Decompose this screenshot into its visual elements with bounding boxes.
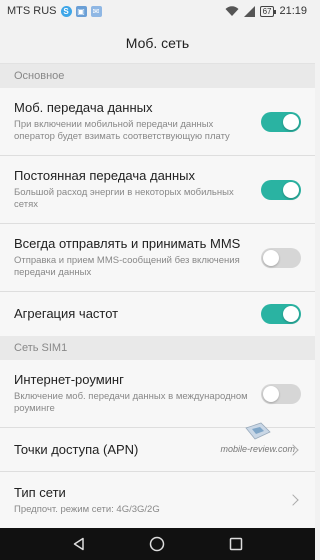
item-subtitle: Отправка и прием MMS-сообщений без включ… [14,255,240,278]
chevron-right-icon [287,494,299,506]
signal-icon [243,5,255,17]
item-title: Агрегация частот [14,306,119,321]
network-type-row[interactable]: Тип сети Предпочт. режим сети: 4G/3G/2G [0,472,315,528]
toggle-knob [263,385,279,402]
status-bar: MTS RUS S ▣ ✉ 67 21:19 [0,0,315,22]
page-title: Моб. сеть [0,22,315,64]
clock: 21:19 [279,5,307,17]
mobile-data-toggle[interactable] [261,111,301,132]
skype-icon: S [60,5,72,17]
watermark: mobile-review.com [220,420,295,454]
always-on-data-toggle[interactable] [261,179,301,200]
recent-apps-icon[interactable] [229,537,243,551]
mms-row[interactable]: Всегда отправлять и принимать MMS Отправ… [0,224,315,292]
item-title: Моб. передача данных [14,100,153,115]
status-right: 67 21:19 [225,5,307,17]
toggle-knob [283,181,299,198]
roaming-toggle[interactable] [261,383,301,404]
carrier-aggregation-row[interactable]: Агрегация частот [0,292,315,336]
chat-icon: ✉ [90,5,102,17]
carrier-label: MTS RUS [7,5,57,17]
item-subtitle: При включении мобильной передачи данных … [14,119,230,142]
gallery-icon: ▣ [75,5,87,17]
back-icon[interactable] [72,537,86,551]
toggle-knob [283,306,299,322]
toggle-knob [283,113,299,130]
carrier-aggregation-toggle[interactable] [261,304,301,324]
wifi-icon [225,5,239,16]
watermark-logo-icon [245,422,271,440]
item-title: Тип сети [14,484,66,500]
item-title: Интернет-роуминг [14,372,124,387]
section-header-sim1: Сеть SIM1 [0,336,315,360]
item-subtitle: Включение моб. передачи данных в междуна… [14,391,248,414]
mobile-data-row[interactable]: Моб. передача данных При включении мобил… [0,88,315,156]
item-subtitle: Большой расход энергии в некоторых мобил… [14,187,234,210]
item-title: Постоянная передача данных [14,168,195,183]
toggle-knob [263,249,279,266]
item-subtitle: Предпочт. режим сети: 4G/3G/2G [14,503,160,515]
always-on-data-row[interactable]: Постоянная передача данных Большой расхо… [0,156,315,224]
mms-toggle[interactable] [261,247,301,268]
section-header-main: Основное [0,64,315,88]
watermark-text: mobile-review.com [220,444,295,454]
home-icon[interactable] [149,536,165,552]
roaming-row[interactable]: Интернет-роуминг Включение моб. передачи… [0,360,315,428]
item-title: Всегда отправлять и принимать MMS [14,236,241,251]
battery-icon: 67 [259,5,277,17]
navigation-bar [0,528,315,560]
status-left: MTS RUS S ▣ ✉ [7,5,102,17]
